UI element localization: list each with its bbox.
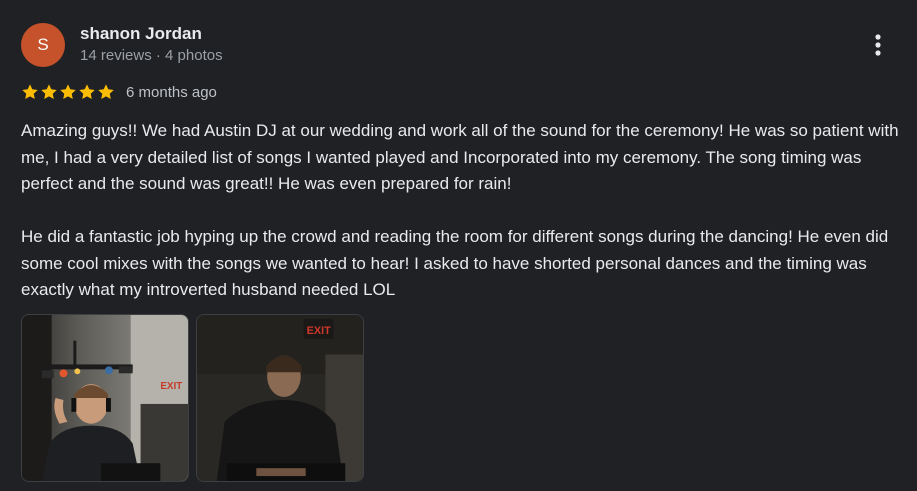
star-icon	[41, 84, 57, 100]
star-icon	[98, 84, 114, 100]
exit-sign-label: EXIT	[307, 325, 332, 337]
review-photo[interactable]: EXIT	[21, 314, 189, 482]
avatar-initial: S	[37, 35, 49, 54]
dj-photo-image: EXIT	[22, 315, 188, 481]
avatar[interactable]: S	[21, 23, 65, 67]
star-rating	[21, 83, 116, 101]
review-photos: EXIT EXIT	[21, 314, 371, 482]
rating-row: 6 months ago	[21, 81, 217, 103]
dj-photo-image: EXIT	[197, 315, 363, 481]
star-icon	[79, 84, 95, 100]
star-icon	[60, 84, 76, 100]
review-card: S shanon Jordan 14 reviews · 4 photos 6 …	[0, 0, 917, 491]
review-paragraph: He did a fantastic job hyping up the cro…	[21, 227, 889, 299]
review-date: 6 months ago	[126, 83, 217, 101]
review-text: Amazing guys!! We had Austin DJ at our w…	[21, 118, 901, 304]
more-options-button[interactable]	[863, 30, 893, 60]
exit-sign-label: EXIT	[160, 381, 182, 392]
more-vert-icon	[875, 34, 881, 56]
star-icon	[22, 84, 38, 100]
review-paragraph: Amazing guys!! We had Austin DJ at our w…	[21, 121, 899, 193]
reviewer-meta: 14 reviews · 4 photos	[80, 47, 223, 64]
reviewer-name[interactable]: shanon Jordan	[80, 24, 202, 44]
review-photo[interactable]: EXIT	[196, 314, 364, 482]
